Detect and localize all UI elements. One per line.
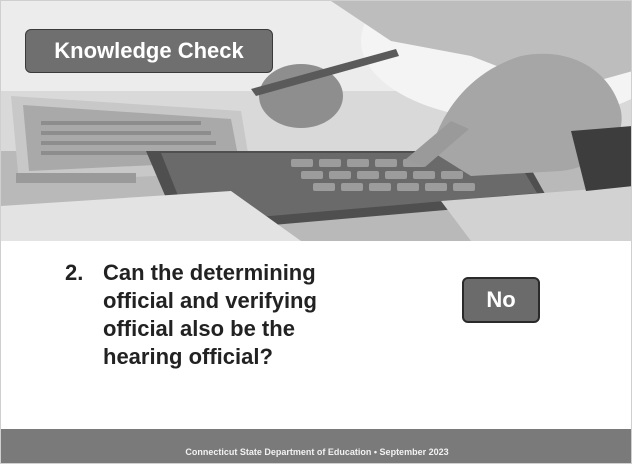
question: 2. Can the determining official and veri… [65,259,365,371]
footer-text: Connecticut State Department of Educatio… [185,447,449,457]
slide-title: Knowledge Check [54,38,244,63]
answer-button[interactable]: No [462,277,540,323]
slide: Knowledge Check 2. Can the determining o… [0,0,632,464]
title-box: Knowledge Check [25,29,273,73]
footer-bar: Connecticut State Department of Educatio… [1,429,631,463]
question-number: 2. [65,260,84,285]
question-text: Can the determining official and verifyi… [103,260,317,369]
